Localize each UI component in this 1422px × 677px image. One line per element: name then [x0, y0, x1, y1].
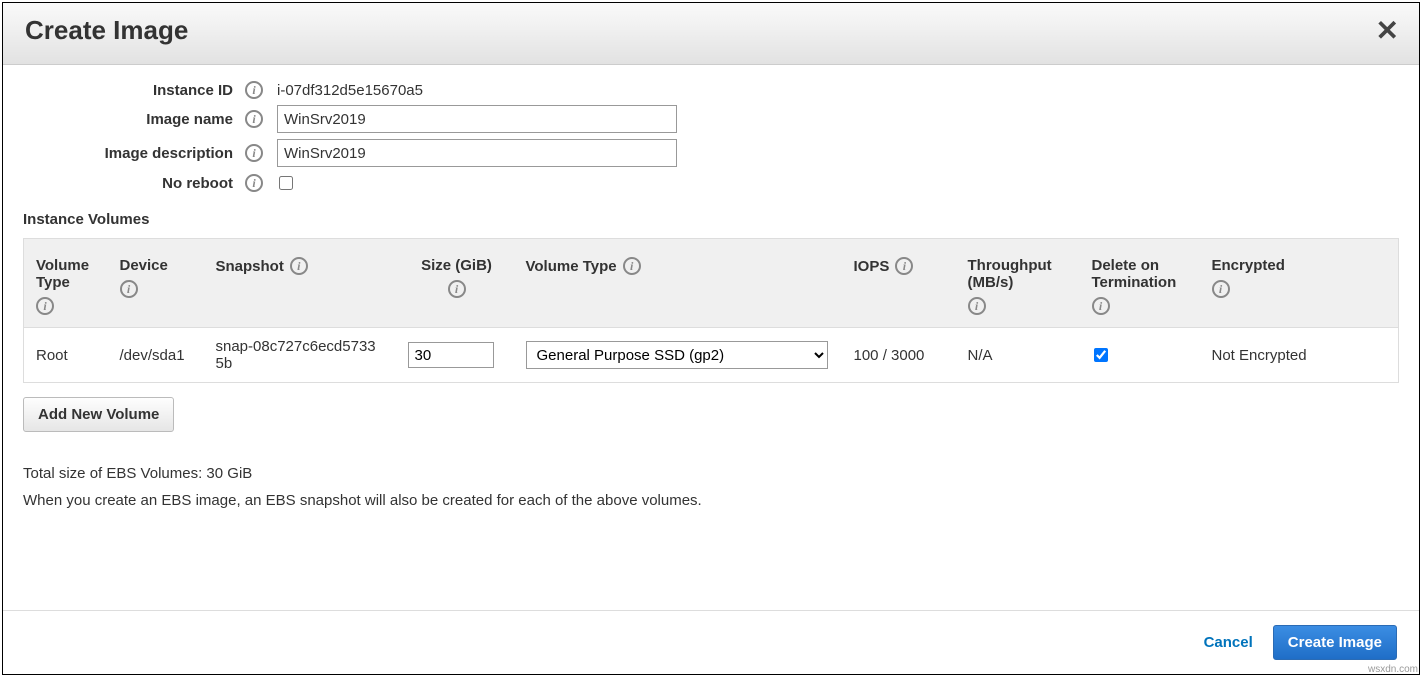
th-label: Size (GiB): [421, 257, 492, 274]
dialog-title: Create Image: [25, 15, 188, 46]
info-icon[interactable]: i: [120, 280, 138, 298]
cell-iops: 100 / 3000: [842, 328, 956, 383]
volume-type-select[interactable]: General Purpose SSD (gp2): [526, 341, 828, 369]
info-icon[interactable]: i: [968, 297, 986, 315]
cancel-button[interactable]: Cancel: [1204, 634, 1253, 651]
th-label: Volume Type: [526, 258, 617, 275]
info-icon[interactable]: i: [245, 110, 263, 128]
table-row: Root /dev/sda1 snap-08c727c6ecd57335b Ge…: [24, 328, 1399, 383]
cell-delete-on-term: [1080, 328, 1200, 383]
cell-snapshot: snap-08c727c6ecd57335b: [204, 328, 396, 383]
info-icon[interactable]: i: [448, 280, 466, 298]
label-no-reboot: No reboot: [23, 175, 245, 192]
row-instance-id: Instance ID i i-07df312d5e15670a5: [23, 81, 1399, 99]
th-size: Size (GiB) i: [396, 239, 514, 328]
volumes-table-head: Volume Type i Device i Snapshot i: [24, 239, 1399, 328]
row-image-description: Image description i: [23, 139, 1399, 167]
create-image-dialog: Create Image ✕ Instance ID i i-07df312d5…: [2, 2, 1420, 675]
th-device: Device i: [108, 239, 204, 328]
info-icon[interactable]: i: [1092, 297, 1110, 315]
volumes-summary: Total size of EBS Volumes: 30 GiB When y…: [23, 460, 1399, 514]
cell-storage-type: General Purpose SSD (gp2): [514, 328, 842, 383]
instance-volumes-title: Instance Volumes: [23, 211, 1399, 228]
cell-device: /dev/sda1: [108, 328, 204, 383]
th-storage-type: Volume Type i: [514, 239, 842, 328]
info-icon[interactable]: i: [245, 81, 263, 99]
label-image-description: Image description: [23, 145, 245, 162]
th-volume-type: Volume Type i: [24, 239, 108, 328]
image-description-input[interactable]: [277, 139, 677, 167]
info-icon[interactable]: i: [290, 257, 308, 275]
th-iops: IOPS i: [842, 239, 956, 328]
th-delete-on-term: Delete on Termination i: [1080, 239, 1200, 328]
th-label: Volume Type: [36, 257, 100, 291]
summary-total-size: Total size of EBS Volumes: 30 GiB: [23, 460, 1399, 487]
cell-throughput: N/A: [956, 328, 1080, 383]
row-image-name: Image name i: [23, 105, 1399, 133]
info-icon[interactable]: i: [245, 174, 263, 192]
cell-encrypted: Not Encrypted: [1200, 328, 1399, 383]
size-input[interactable]: [408, 342, 494, 368]
add-new-volume-button[interactable]: Add New Volume: [23, 397, 174, 432]
row-no-reboot: No reboot i: [23, 173, 1399, 193]
info-icon[interactable]: i: [895, 257, 913, 275]
th-throughput: Throughput (MB/s) i: [956, 239, 1080, 328]
info-icon[interactable]: i: [245, 144, 263, 162]
volumes-table-body: Root /dev/sda1 snap-08c727c6ecd57335b Ge…: [24, 328, 1399, 383]
th-encrypted: Encrypted i: [1200, 239, 1399, 328]
value-instance-id: i-07df312d5e15670a5: [277, 82, 423, 99]
dialog-header: Create Image ✕: [3, 3, 1419, 65]
image-name-input[interactable]: [277, 105, 677, 133]
volumes-table: Volume Type i Device i Snapshot i: [23, 238, 1399, 383]
info-icon[interactable]: i: [36, 297, 54, 315]
label-instance-id: Instance ID: [23, 82, 245, 99]
summary-snapshot-note: When you create an EBS image, an EBS sna…: [23, 487, 1399, 514]
th-label: IOPS: [854, 258, 890, 275]
th-snapshot: Snapshot i: [204, 239, 396, 328]
cell-size: [396, 328, 514, 383]
no-reboot-checkbox[interactable]: [279, 176, 293, 190]
delete-on-termination-checkbox[interactable]: [1094, 348, 1108, 362]
th-label: Snapshot: [216, 258, 284, 275]
create-image-button[interactable]: Create Image: [1273, 625, 1397, 660]
info-icon[interactable]: i: [1212, 280, 1230, 298]
th-label: Encrypted: [1212, 257, 1285, 274]
th-label: Device: [120, 257, 168, 274]
dialog-footer: Cancel Create Image: [3, 610, 1419, 674]
cell-volume-type: Root: [24, 328, 108, 383]
close-icon[interactable]: ✕: [1376, 17, 1399, 45]
label-image-name: Image name: [23, 111, 245, 128]
info-icon[interactable]: i: [623, 257, 641, 275]
th-label: Delete on Termination: [1092, 257, 1192, 291]
th-label: Throughput (MB/s): [968, 257, 1072, 291]
watermark: wsxdn.com: [1368, 664, 1418, 675]
dialog-body: Instance ID i i-07df312d5e15670a5 Image …: [3, 65, 1419, 610]
